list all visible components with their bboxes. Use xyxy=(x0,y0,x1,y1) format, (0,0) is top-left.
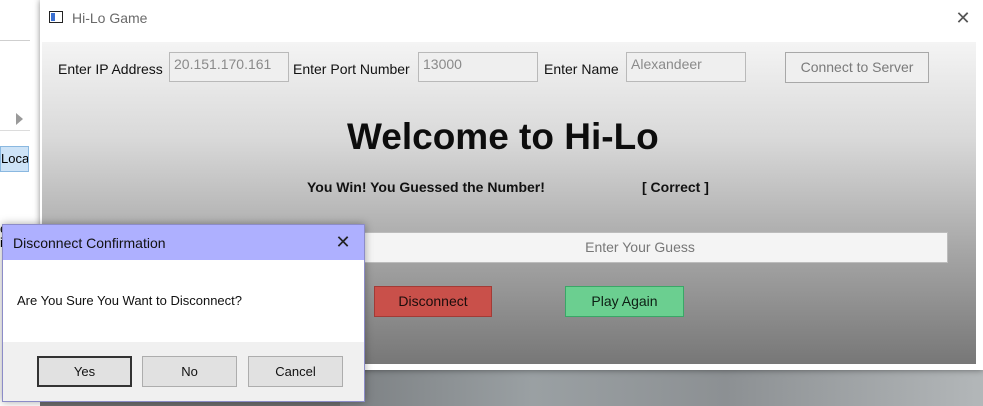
no-button[interactable]: No xyxy=(142,356,237,387)
result-message: You Win! You Guessed the Number! xyxy=(307,179,545,195)
background-selected-item[interactable]: Loca xyxy=(0,146,29,172)
name-label: Enter Name xyxy=(544,61,619,77)
guess-input[interactable]: Enter Your Guess xyxy=(332,232,948,263)
divider xyxy=(0,40,30,41)
dialog-message: Are You Sure You Want to Disconnect? xyxy=(17,293,243,308)
background-image xyxy=(340,370,983,406)
dialog-title-bar[interactable]: Disconnect Confirmation ✕ xyxy=(3,225,364,260)
play-arrow-icon[interactable] xyxy=(16,113,23,125)
ip-address-input[interactable]: 20.151.170.161 xyxy=(169,52,289,82)
page-title: Welcome to Hi-Lo xyxy=(347,116,659,157)
ip-address-label: Enter IP Address xyxy=(58,61,163,77)
name-input[interactable]: Alexandeer xyxy=(626,52,746,82)
port-number-label: Enter Port Number xyxy=(293,61,410,77)
dialog-button-bar: Yes No Cancel xyxy=(3,342,364,401)
connect-to-server-button[interactable]: Connect to Server xyxy=(785,52,929,83)
disconnect-button[interactable]: Disconnect xyxy=(374,286,492,317)
dialog-title: Disconnect Confirmation xyxy=(13,235,166,251)
title-bar[interactable]: Hi-Lo Game ✕ xyxy=(40,0,983,36)
close-icon[interactable]: ✕ xyxy=(953,8,973,28)
cancel-button[interactable]: Cancel xyxy=(248,356,343,387)
background-row xyxy=(0,108,30,131)
disconnect-confirmation-dialog: Disconnect Confirmation ✕ Are You Sure Y… xyxy=(2,224,365,402)
port-number-input[interactable]: 13000 xyxy=(418,52,538,82)
status-label: [ Correct ] xyxy=(642,179,709,195)
play-again-button[interactable]: Play Again xyxy=(565,286,684,317)
window-title: Hi-Lo Game xyxy=(72,10,148,26)
close-icon[interactable]: ✕ xyxy=(332,231,354,253)
app-window-icon xyxy=(49,11,63,23)
yes-button[interactable]: Yes xyxy=(37,356,132,387)
